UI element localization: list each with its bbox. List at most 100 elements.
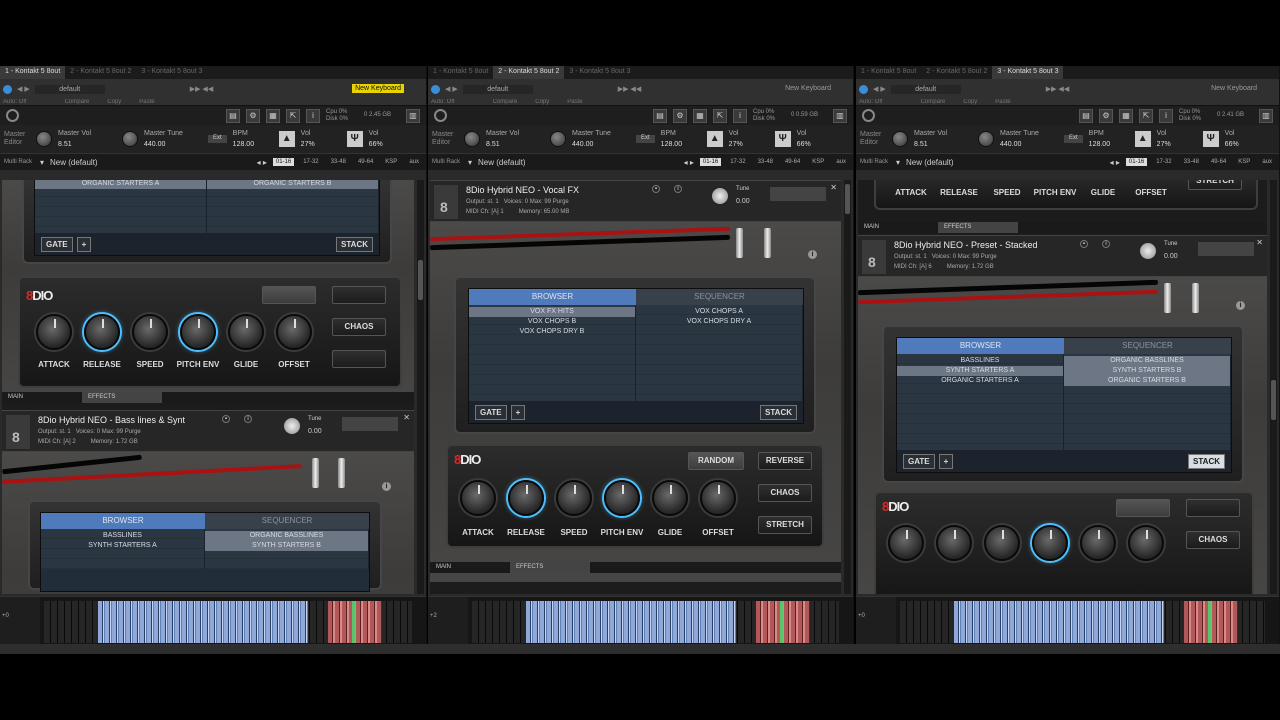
speed-knob[interactable] xyxy=(132,314,168,350)
info-icon[interactable]: i xyxy=(382,482,391,491)
tune-knob[interactable] xyxy=(1140,243,1156,259)
multi-arrow-icon[interactable]: ▾ xyxy=(468,158,472,167)
instrument-logo-icon[interactable] xyxy=(6,415,30,449)
master-tune-knob[interactable] xyxy=(122,131,138,147)
chaos-button[interactable]: CHAOS xyxy=(332,318,386,336)
random-button[interactable]: RANDOM xyxy=(688,452,744,470)
list-item[interactable]: ORGANIC BASSLINES xyxy=(1064,356,1230,366)
transport-icon[interactable]: ▶▶ ◀◀ xyxy=(618,85,641,93)
slot-17-32[interactable]: 17-32 xyxy=(300,158,321,166)
blank-button-2[interactable] xyxy=(1186,499,1240,517)
kontakt-logo-icon[interactable] xyxy=(434,109,447,122)
chaos-button[interactable]: CHAOS xyxy=(1186,531,1240,549)
paste-button[interactable]: Paste xyxy=(567,99,582,105)
list-item[interactable]: ORGANIC STARTERS A xyxy=(35,180,206,189)
ext-button[interactable]: Ext xyxy=(636,135,655,143)
transport-icon[interactable]: ▶▶ ◀◀ xyxy=(1046,85,1069,93)
resize-icon[interactable]: ⇱ xyxy=(1139,108,1153,123)
slot-17-32[interactable]: 17-32 xyxy=(1153,158,1174,166)
stretch-button[interactable]: STRETCH xyxy=(1188,180,1242,190)
save-icon[interactable]: ▤ xyxy=(653,108,667,123)
max-field[interactable]: Max: 99 xyxy=(958,254,979,260)
resize-icon[interactable]: ⇱ xyxy=(713,108,727,123)
offset-knob[interactable] xyxy=(700,480,736,516)
blank-button[interactable] xyxy=(262,286,316,304)
stretch-button[interactable]: STRETCH xyxy=(758,516,812,534)
tab-sequencer[interactable]: SEQUENCER xyxy=(636,289,803,305)
tab-kontakt-1[interactable]: 1 - Kontakt 5 8out xyxy=(856,66,921,79)
purge-button[interactable]: Purge xyxy=(125,429,141,435)
slot-17-32[interactable]: 17-32 xyxy=(727,158,748,166)
pitch-env-knob[interactable] xyxy=(604,480,640,516)
tab-effects[interactable]: EFFECTS xyxy=(510,562,590,573)
copy-button[interactable]: Copy xyxy=(535,99,549,105)
info-icon[interactable]: i xyxy=(1102,240,1110,248)
rack-icon[interactable]: ▥ xyxy=(1259,108,1273,123)
master-tune-knob[interactable] xyxy=(978,131,994,147)
auto-label[interactable]: Auto: Off xyxy=(3,99,27,105)
list-item[interactable]: VOX FX HITS xyxy=(469,307,635,317)
info-icon[interactable]: i xyxy=(1236,301,1245,310)
output-field[interactable]: Output: st. 1 xyxy=(466,199,499,205)
output-field[interactable]: Output: st. 1 xyxy=(894,254,927,260)
metronome-icon[interactable]: ▲ xyxy=(278,131,295,147)
grid-icon[interactable]: ▦ xyxy=(693,108,707,123)
slot-49-64[interactable]: 49-64 xyxy=(782,158,803,166)
compare-button[interactable]: Compare xyxy=(65,99,90,105)
tab-kontakt-2[interactable]: 2 - Kontakt 5 8out 2 xyxy=(493,66,565,79)
pitch-env-knob[interactable] xyxy=(180,314,216,350)
new-keyboard-label[interactable]: New Keyboard xyxy=(1211,85,1257,92)
tab-kontakt-2[interactable]: 2 - Kontakt 5 8out 2 xyxy=(65,66,136,79)
tuner-icon[interactable]: Ψ xyxy=(1202,131,1219,147)
compare-button[interactable]: Compare xyxy=(493,99,518,105)
tuner-icon[interactable]: Ψ xyxy=(774,131,791,147)
gear-icon[interactable]: ⚙ xyxy=(673,108,687,123)
preset-select[interactable]: default xyxy=(890,84,961,94)
compare-button[interactable]: Compare xyxy=(921,99,946,105)
release-knob[interactable] xyxy=(508,480,544,516)
list-item[interactable]: BASSLINES xyxy=(41,531,204,541)
camera-icon[interactable]: ▪ xyxy=(1080,240,1088,248)
slot-49-64[interactable]: 49-64 xyxy=(1208,158,1229,166)
slot-49-64[interactable]: 49-64 xyxy=(355,158,376,166)
preset-select[interactable]: default xyxy=(34,84,105,94)
tab-browser[interactable]: BROWSER xyxy=(897,338,1064,354)
rack-icon[interactable]: ▥ xyxy=(406,108,420,123)
close-icon[interactable]: ✕ xyxy=(830,183,837,192)
max-field[interactable]: Max: 99 xyxy=(102,429,123,435)
piano-keys[interactable] xyxy=(472,601,839,643)
kontakt-logo-icon[interactable] xyxy=(862,109,875,122)
resize-icon[interactable]: ⇱ xyxy=(286,108,300,123)
instrument-logo-icon[interactable] xyxy=(862,240,886,274)
list-item[interactable]: VOX CHOPS DRY A xyxy=(636,317,802,327)
master-vol-knob[interactable] xyxy=(464,131,480,147)
multi-nav-icon[interactable]: ◂ ▸ xyxy=(684,158,694,167)
multi-name[interactable]: New (default) xyxy=(478,158,678,167)
purge-button[interactable]: Purge xyxy=(981,254,997,260)
power-icon[interactable] xyxy=(431,84,440,94)
list-item[interactable]: SYNTH STARTERS B xyxy=(1064,366,1230,376)
master-vol-knob[interactable] xyxy=(36,131,52,147)
tab-main[interactable]: MAIN xyxy=(2,392,82,403)
rack-scrollbar[interactable] xyxy=(844,180,851,594)
blank-button-2[interactable] xyxy=(332,286,386,304)
speed-knob[interactable] xyxy=(556,480,592,516)
ext-button[interactable]: Ext xyxy=(208,135,227,143)
slot-aux[interactable]: aux xyxy=(406,158,422,166)
rack-scrollbar[interactable] xyxy=(417,180,424,594)
stack-button[interactable]: STACK xyxy=(1188,453,1225,469)
max-field[interactable]: Max: 99 xyxy=(530,199,551,205)
copy-button[interactable]: Copy xyxy=(107,99,121,105)
power-icon[interactable] xyxy=(3,84,12,94)
info-icon[interactable]: i xyxy=(244,415,252,423)
stack-button[interactable]: STACK xyxy=(760,404,797,420)
offset-knob[interactable] xyxy=(1128,525,1164,561)
save-icon[interactable]: ▤ xyxy=(226,108,240,123)
multi-arrow-icon[interactable]: ▾ xyxy=(40,158,44,167)
midi-field[interactable]: MIDI Ch: [A] 2 xyxy=(38,439,76,445)
list-item[interactable]: ORGANIC BASSLINES xyxy=(205,531,368,541)
midi-field[interactable]: MIDI Ch: [A] 1 xyxy=(466,209,504,215)
new-keyboard-label[interactable]: New Keyboard xyxy=(352,84,404,93)
tune-knob[interactable] xyxy=(712,188,728,204)
close-icon[interactable]: ✕ xyxy=(1256,238,1263,247)
